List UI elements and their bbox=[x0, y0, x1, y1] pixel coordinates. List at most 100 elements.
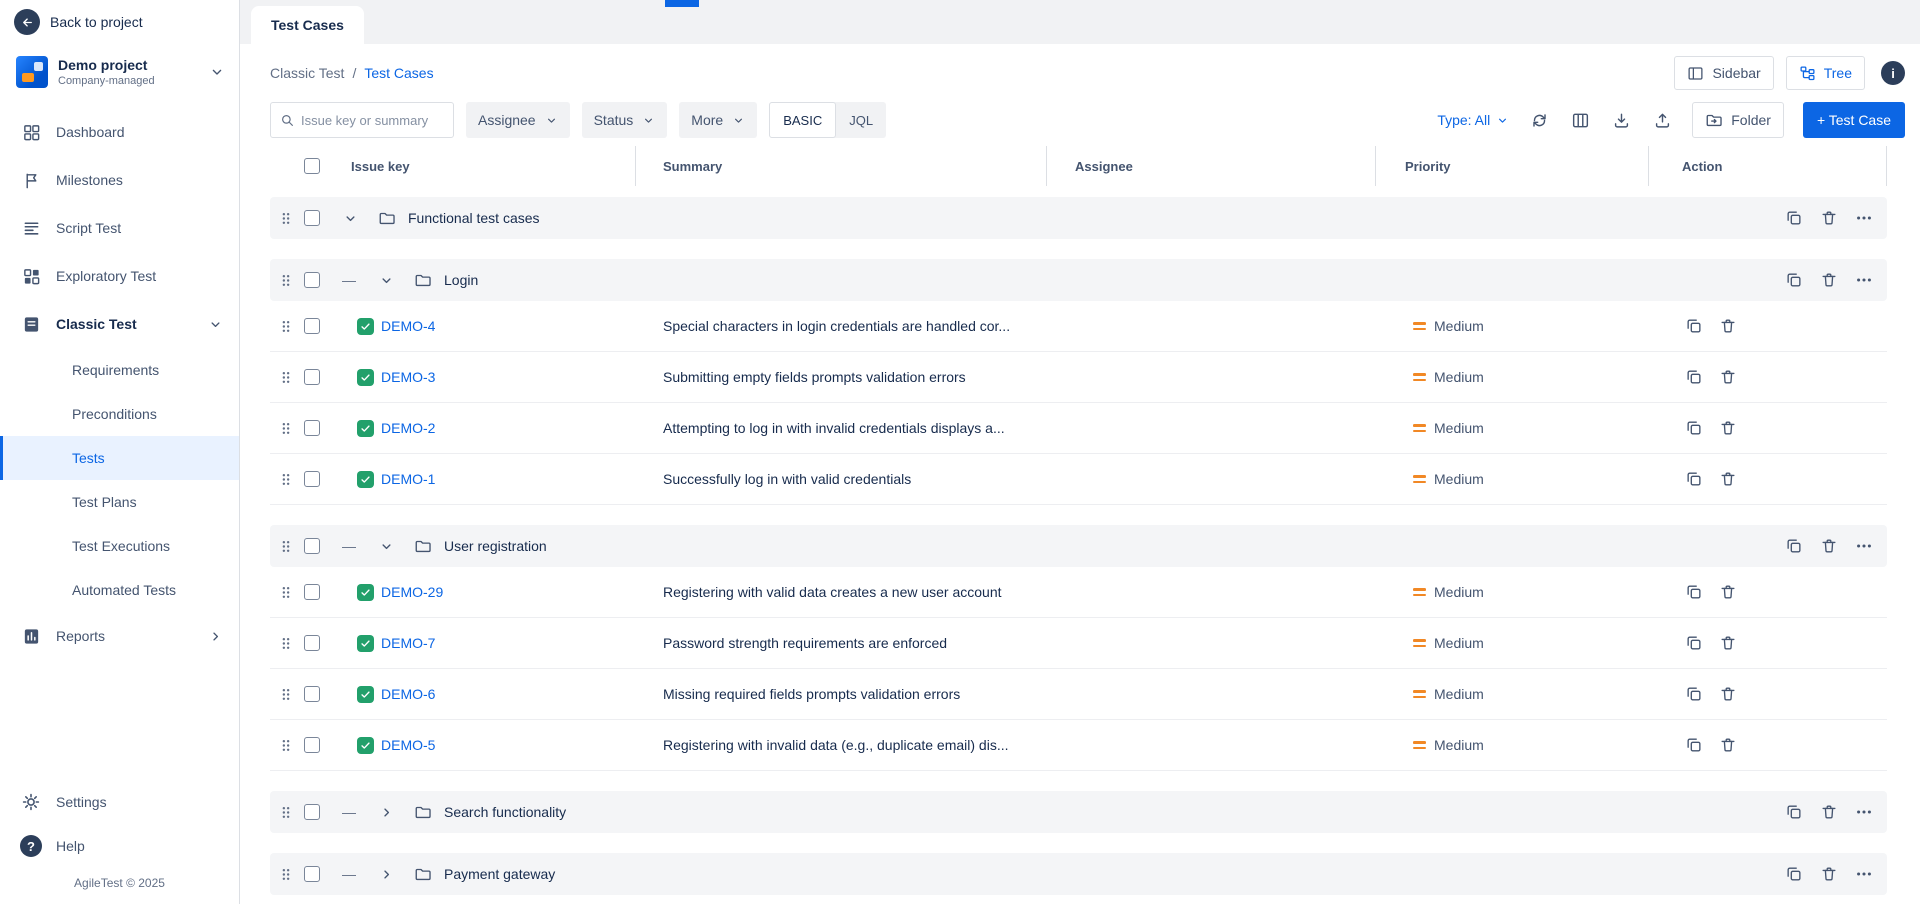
more-actions-icon[interactable] bbox=[1855, 209, 1873, 227]
copy-icon[interactable] bbox=[1785, 803, 1803, 821]
drag-handle-icon[interactable] bbox=[279, 538, 293, 555]
trash-icon[interactable] bbox=[1719, 736, 1737, 754]
copy-icon[interactable] bbox=[1685, 419, 1703, 437]
row-checkbox[interactable] bbox=[304, 369, 320, 385]
drag-handle-icon[interactable] bbox=[279, 584, 293, 601]
drag-handle-icon[interactable] bbox=[279, 318, 293, 335]
sidebar-item-help[interactable]: ? Help bbox=[0, 824, 239, 868]
sidebar-item-preconditions[interactable]: Preconditions bbox=[0, 392, 239, 436]
export-icon[interactable] bbox=[1651, 109, 1673, 131]
row-checkbox[interactable] bbox=[304, 635, 320, 651]
drag-handle-icon[interactable] bbox=[279, 272, 293, 289]
row-checkbox[interactable] bbox=[304, 272, 320, 288]
issue-key-link[interactable]: DEMO-6 bbox=[381, 686, 435, 702]
trash-icon[interactable] bbox=[1719, 634, 1737, 652]
row-checkbox[interactable] bbox=[304, 866, 320, 882]
tab-test-cases[interactable]: Test Cases bbox=[251, 6, 364, 44]
row-checkbox[interactable] bbox=[304, 584, 320, 600]
issue-key-link[interactable]: DEMO-2 bbox=[381, 420, 435, 436]
trash-icon[interactable] bbox=[1719, 419, 1737, 437]
sidebar-item-reports[interactable]: Reports bbox=[0, 612, 239, 660]
row-checkbox[interactable] bbox=[304, 804, 320, 820]
trash-icon[interactable] bbox=[1719, 470, 1737, 488]
sidebar-toggle-button[interactable]: Sidebar bbox=[1674, 56, 1773, 90]
issue-key-link[interactable]: DEMO-3 bbox=[381, 369, 435, 385]
select-all-checkbox[interactable] bbox=[304, 158, 320, 174]
row-checkbox[interactable] bbox=[304, 210, 320, 226]
copy-icon[interactable] bbox=[1685, 736, 1703, 754]
status-filter-dropdown[interactable]: Status bbox=[582, 102, 668, 138]
copy-icon[interactable] bbox=[1685, 634, 1703, 652]
issue-key-link[interactable]: DEMO-5 bbox=[381, 737, 435, 753]
jql-mode-button[interactable]: JQL bbox=[836, 113, 886, 128]
row-checkbox[interactable] bbox=[304, 538, 320, 554]
sidebar-item-settings[interactable]: Settings bbox=[0, 780, 239, 824]
basic-mode-button[interactable]: BASIC bbox=[769, 102, 836, 138]
row-checkbox[interactable] bbox=[304, 737, 320, 753]
import-icon[interactable] bbox=[1610, 109, 1632, 131]
more-filter-dropdown[interactable]: More bbox=[679, 102, 757, 138]
columns-icon[interactable] bbox=[1569, 109, 1591, 131]
row-checkbox[interactable] bbox=[304, 471, 320, 487]
issue-key-link[interactable]: DEMO-1 bbox=[381, 471, 435, 487]
trash-icon[interactable] bbox=[1719, 317, 1737, 335]
chevron-right-icon[interactable] bbox=[378, 867, 394, 882]
sidebar-item-test-plans[interactable]: Test Plans bbox=[0, 480, 239, 524]
more-actions-icon[interactable] bbox=[1855, 537, 1873, 555]
drag-handle-icon[interactable] bbox=[279, 635, 293, 652]
copy-icon[interactable] bbox=[1785, 865, 1803, 883]
more-actions-icon[interactable] bbox=[1855, 271, 1873, 289]
issue-key-link[interactable]: DEMO-29 bbox=[381, 584, 443, 600]
sidebar-item-script-test[interactable]: Script Test bbox=[0, 204, 239, 252]
drag-handle-icon[interactable] bbox=[279, 686, 293, 703]
more-actions-icon[interactable] bbox=[1855, 865, 1873, 883]
drag-handle-icon[interactable] bbox=[279, 369, 293, 386]
row-checkbox[interactable] bbox=[304, 686, 320, 702]
trash-icon[interactable] bbox=[1719, 583, 1737, 601]
sidebar-item-exploratory-test[interactable]: Exploratory Test bbox=[0, 252, 239, 300]
search-input[interactable] bbox=[301, 113, 444, 128]
drag-handle-icon[interactable] bbox=[279, 210, 293, 227]
chevron-right-icon[interactable] bbox=[378, 805, 394, 820]
copy-icon[interactable] bbox=[1685, 470, 1703, 488]
issue-key-link[interactable]: DEMO-4 bbox=[381, 318, 435, 334]
chevron-down-icon[interactable] bbox=[378, 273, 394, 288]
create-test-case-button[interactable]: + Test Case bbox=[1803, 102, 1905, 138]
copy-icon[interactable] bbox=[1785, 271, 1803, 289]
sidebar-item-milestones[interactable]: Milestones bbox=[0, 156, 239, 204]
issue-key-link[interactable]: DEMO-7 bbox=[381, 635, 435, 651]
copy-icon[interactable] bbox=[1685, 583, 1703, 601]
chevron-down-icon[interactable] bbox=[342, 211, 358, 226]
breadcrumb-current[interactable]: Test Cases bbox=[364, 65, 433, 81]
trash-icon[interactable] bbox=[1820, 803, 1838, 821]
copy-icon[interactable] bbox=[1785, 537, 1803, 555]
sidebar-item-classic-test[interactable]: Classic Test bbox=[0, 300, 239, 348]
info-icon[interactable]: i bbox=[1881, 61, 1905, 85]
sidebar-item-tests[interactable]: Tests bbox=[0, 436, 239, 480]
folder-button[interactable]: Folder bbox=[1692, 102, 1784, 138]
back-to-project[interactable]: Back to project bbox=[0, 0, 239, 44]
row-checkbox[interactable] bbox=[304, 318, 320, 334]
sidebar-item-dashboard[interactable]: Dashboard bbox=[0, 108, 239, 156]
trash-icon[interactable] bbox=[1820, 209, 1838, 227]
trash-icon[interactable] bbox=[1719, 368, 1737, 386]
row-checkbox[interactable] bbox=[304, 420, 320, 436]
sidebar-item-automated-tests[interactable]: Automated Tests bbox=[0, 568, 239, 612]
copy-icon[interactable] bbox=[1785, 209, 1803, 227]
project-switcher[interactable]: Demo project Company-managed bbox=[0, 44, 239, 100]
chevron-down-icon[interactable] bbox=[378, 539, 394, 554]
tree-view-button[interactable]: Tree bbox=[1786, 56, 1865, 90]
copy-icon[interactable] bbox=[1685, 317, 1703, 335]
assignee-filter-dropdown[interactable]: Assignee bbox=[466, 102, 570, 138]
sidebar-item-test-executions[interactable]: Test Executions bbox=[0, 524, 239, 568]
refresh-icon[interactable] bbox=[1528, 109, 1550, 131]
trash-icon[interactable] bbox=[1820, 865, 1838, 883]
breadcrumb-parent[interactable]: Classic Test bbox=[270, 65, 344, 81]
drag-handle-icon[interactable] bbox=[279, 471, 293, 488]
copy-icon[interactable] bbox=[1685, 685, 1703, 703]
drag-handle-icon[interactable] bbox=[279, 420, 293, 437]
trash-icon[interactable] bbox=[1820, 537, 1838, 555]
trash-icon[interactable] bbox=[1719, 685, 1737, 703]
drag-handle-icon[interactable] bbox=[279, 866, 293, 883]
sidebar-item-requirements[interactable]: Requirements bbox=[0, 348, 239, 392]
